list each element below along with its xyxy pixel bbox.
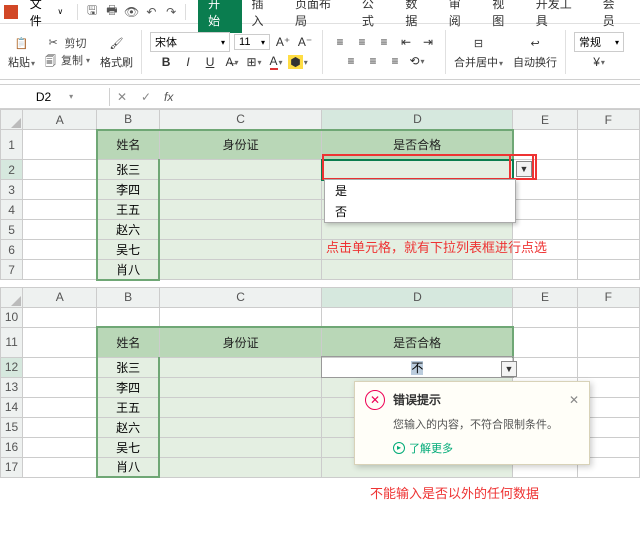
align-left-icon[interactable]: ≡ [342,52,360,70]
copy-button[interactable]: 🗐复制 [45,52,90,68]
save-icon[interactable]: 🖫 [84,4,100,20]
tab-dev[interactable]: 开发工具 [526,0,593,33]
tab-review[interactable]: 审阅 [439,0,482,33]
font-name-select[interactable]: 宋体▾ [150,32,230,52]
tab-formula[interactable]: 公式 [352,0,395,33]
inc-font-icon[interactable]: A⁺ [274,33,292,51]
cut-button[interactable]: ✂剪切 [49,35,87,51]
number-format[interactable]: 常规▾ [574,32,624,52]
align-right-icon[interactable]: ≡ [386,52,404,70]
col-B[interactable]: B [97,287,159,307]
font-color-button[interactable]: A [267,53,285,71]
ribbon-tabs: 开始 插入 页面布局 公式 数据 审阅 视图 开发工具 会员 [192,0,636,25]
currency-icon[interactable]: ¥ [590,53,608,71]
tab-home[interactable]: 开始 [198,0,241,33]
cell-D12[interactable]: 不 [322,357,513,377]
learn-more-link[interactable]: ▸了解更多 [365,440,579,456]
error-title: 错误提示 [393,391,441,408]
dropdown-list: 是 否 [324,179,516,223]
name-box[interactable]: D2 [0,88,110,106]
row-7[interactable]: 7 [1,260,23,280]
cell-D2[interactable] [322,160,513,180]
align-top-icon[interactable]: ≡ [331,33,349,51]
paste-button[interactable]: 📋粘贴 [4,32,39,72]
annotation-1: 点击单元格，就有下拉列表框进行点选 [326,237,547,256]
file-menu[interactable]: 文件∨ [22,0,71,31]
row-3[interactable]: 3 [1,180,23,200]
align-mid-icon[interactable]: ≡ [353,33,371,51]
col-E[interactable]: E [513,287,577,307]
col-F[interactable]: F [577,110,639,130]
sheet-view-1: ABCDEF 1姓名身份证是否合格 2张三 3李四 4王五 5赵六 6吴七 7肖… [0,109,640,281]
format-painter[interactable]: 🖌格式刷 [96,32,137,72]
col-F[interactable]: F [577,287,639,307]
col-E[interactable]: E [513,110,577,130]
print-icon[interactable]: 🖶 [104,4,120,20]
error-message: 您输入的内容，不符合限制条件。 [365,410,579,440]
orientation-icon[interactable]: ⟲ [408,52,426,70]
dd-option-yes[interactable]: 是 [325,180,515,201]
preview-icon[interactable]: 👁 [124,4,140,20]
bold-button[interactable]: B [157,53,175,71]
underline-button[interactable]: U [201,53,219,71]
formula-bar: D2 ✕ ✓ fx [0,85,640,109]
row-1[interactable]: 1 [1,130,23,160]
dropdown-button-2[interactable]: ▼ [501,361,517,377]
indent-dec-icon[interactable]: ⇤ [397,33,415,51]
col-B[interactable]: B [97,110,159,130]
col-C[interactable]: C [159,110,322,130]
tab-view[interactable]: 视图 [482,0,525,33]
undo-icon[interactable]: ↶ [144,4,160,20]
align-bot-icon[interactable]: ≡ [375,33,393,51]
border-button[interactable]: ⊞ [245,53,263,71]
row-2[interactable]: 2 [1,160,23,180]
sheet-view-2: ABCDEF 10 11姓名身份证是否合格 12张三不 13李四 14王五 15… [0,287,640,479]
col-C[interactable]: C [159,287,322,307]
tab-data[interactable]: 数据 [395,0,438,33]
col-D[interactable]: D [322,287,513,307]
row-4[interactable]: 4 [1,200,23,220]
col-A[interactable]: A [23,110,97,130]
strike-button[interactable]: A̶ [223,53,241,71]
error-icon: ✕ [365,390,385,410]
annotation-2: 不能输入是否以外的任何数据 [370,483,539,502]
dd-option-no[interactable]: 否 [325,201,515,222]
confirm-icon[interactable]: ✓ [134,90,158,104]
title-bar: 文件∨ 🖫 🖶 👁 ↶ ↷ 开始 插入 页面布局 公式 数据 审阅 视图 开发工… [0,0,640,24]
fill-color-button[interactable]: ⬢ [289,53,307,71]
app-logo [4,5,18,19]
wrap-button[interactable]: ↩自动换行 [509,32,561,72]
font-size-select[interactable]: 11▾ [234,34,270,50]
tab-layout[interactable]: 页面布局 [285,0,352,33]
col-D[interactable]: D [322,110,513,130]
error-popup: ✕ 错误提示 ✕ 您输入的内容，不符合限制条件。 ▸了解更多 [354,381,590,465]
fx-icon[interactable]: fx [158,90,179,104]
cancel-icon[interactable]: ✕ [110,90,134,104]
tab-insert[interactable]: 插入 [242,0,285,33]
tab-member[interactable]: 会员 [593,0,636,33]
align-center-icon[interactable]: ≡ [364,52,382,70]
dec-font-icon[interactable]: A⁻ [296,33,314,51]
indent-inc-icon[interactable]: ⇥ [419,33,437,51]
row-6[interactable]: 6 [1,240,23,260]
italic-button[interactable]: I [179,53,197,71]
merge-button[interactable]: ⊟合并居中 [450,32,507,72]
row-5[interactable]: 5 [1,220,23,240]
redo-icon[interactable]: ↷ [163,4,179,20]
close-icon[interactable]: ✕ [569,393,579,407]
col-A[interactable]: A [23,287,97,307]
dropdown-button[interactable]: ▼ [516,161,532,177]
